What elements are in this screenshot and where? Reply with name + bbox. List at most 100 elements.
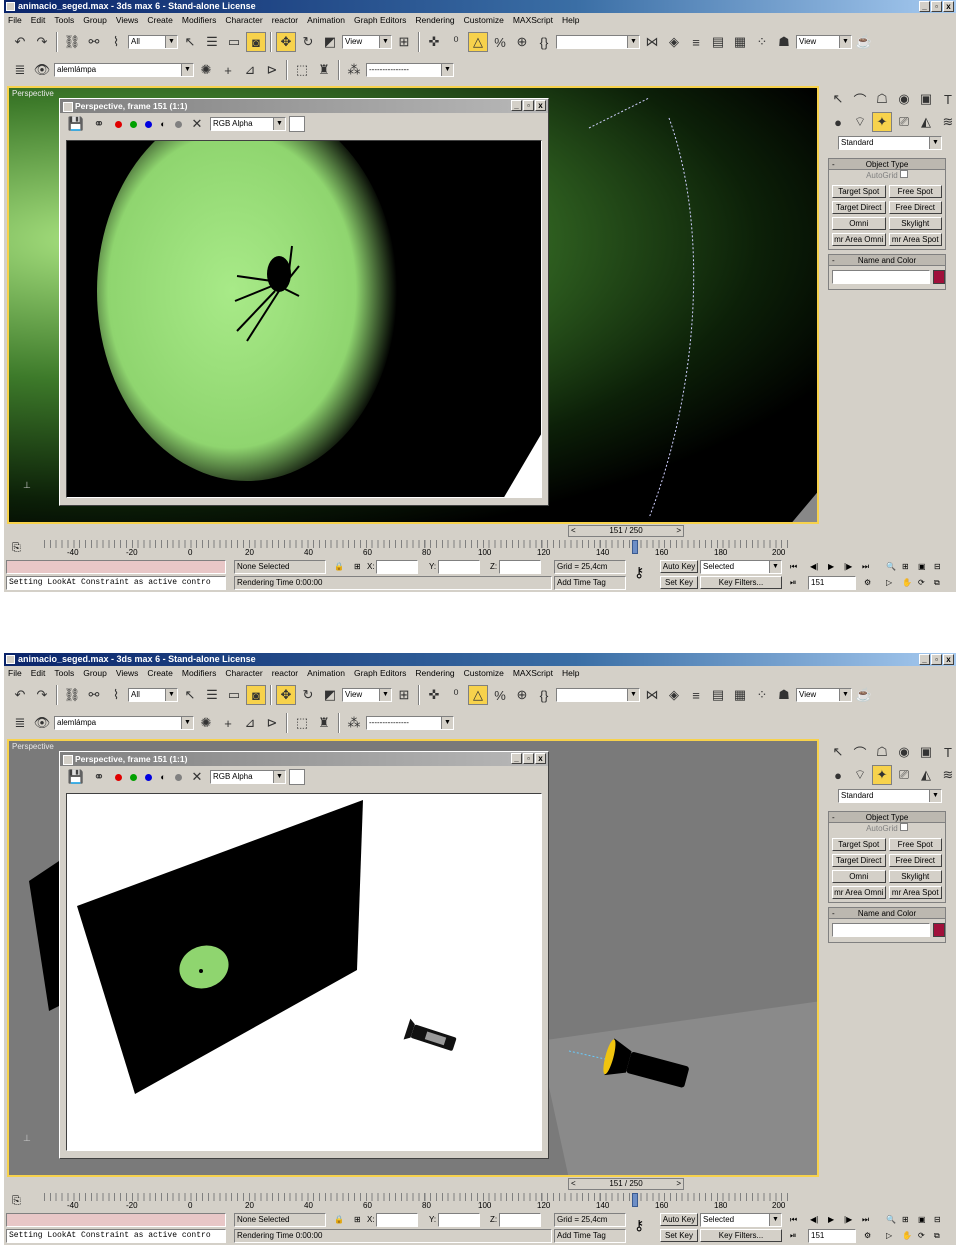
current-frame-marker[interactable] — [632, 1193, 638, 1207]
curve-editor-icon[interactable]: ▤ — [708, 32, 728, 52]
menu-create[interactable]: Create — [147, 14, 173, 27]
time-slider-handle[interactable]: < 151 / 250 > — [568, 525, 684, 537]
menu-modifiers[interactable]: Modifiers — [182, 14, 216, 27]
move-icon[interactable]: ✥ — [276, 32, 296, 52]
target-spot-button[interactable]: Target Spot — [832, 838, 886, 851]
lock-selection-icon[interactable]: 🔒 — [334, 560, 344, 574]
z-coord-field[interactable] — [499, 1213, 541, 1227]
helpers-icon[interactable]: ◭ — [916, 765, 936, 785]
menu-graph-editors[interactable]: Graph Editors — [354, 667, 406, 680]
zoom-all-icon[interactable]: ⊞ — [902, 1213, 909, 1227]
red-channel-toggle[interactable] — [112, 771, 124, 783]
selection-filter-dropdown[interactable]: All — [128, 35, 178, 49]
goto-end-icon[interactable]: ⏭ — [862, 1213, 869, 1227]
render-frame-window[interactable]: Perspective, frame 151 (1:1) _ ▫ x 💾 ⚭ ◐… — [59, 751, 549, 1159]
render-close-button[interactable]: x — [535, 100, 546, 111]
layer-manager-icon[interactable]: ≡ — [686, 685, 706, 705]
select-arrow-icon[interactable]: ↖ — [180, 32, 200, 52]
next-frame-icon[interactable]: > — [676, 1179, 681, 1189]
free-spot-button[interactable]: Free Spot — [888, 838, 942, 851]
prev-frame-icon[interactable]: < — [571, 526, 576, 536]
snap-icon[interactable]: ⁰ — [446, 685, 466, 705]
new-layer-icon[interactable]: ✺ — [196, 713, 216, 733]
zoom-icon[interactable]: 🔍 — [886, 560, 896, 574]
color-swatch[interactable] — [289, 769, 305, 785]
prev-frame-icon[interactable]: < — [571, 1179, 576, 1189]
close-button[interactable]: x — [943, 654, 954, 665]
align-icon[interactable]: ◈ — [664, 685, 684, 705]
target-direct-button[interactable]: Target Direct — [832, 854, 886, 867]
unlink-icon[interactable]: ⚯ — [84, 685, 104, 705]
hierarchy-tab-icon[interactable]: ☖ — [872, 742, 892, 762]
add-to-layer-icon[interactable]: + — [218, 713, 238, 733]
pivot-icon[interactable]: ⊞ — [394, 685, 414, 705]
perspective-viewport[interactable]: Perspective Perspective, frame 151 (1:1)… — [7, 739, 819, 1177]
redo-icon[interactable]: ↷ — [32, 32, 52, 52]
play-icon[interactable]: ▶ — [828, 1213, 834, 1227]
lights-icon[interactable]: ✦ — [872, 112, 892, 132]
close-button[interactable]: x — [943, 1, 954, 12]
zoom-all-icon[interactable]: ⊞ — [902, 560, 909, 574]
render-restore-button[interactable]: ▫ — [523, 100, 534, 111]
modify-tab-icon[interactable]: ⌒ — [850, 742, 870, 762]
named-selection-dropdown[interactable] — [556, 35, 640, 49]
object-color-swatch[interactable] — [933, 270, 945, 284]
percent-snap-icon[interactable]: % — [490, 685, 510, 705]
select-layer-icon[interactable]: ⊿ — [240, 713, 260, 733]
layers-icon[interactable]: ≣ — [10, 60, 30, 80]
category-dropdown[interactable]: Standard — [838, 136, 942, 150]
save-icon[interactable]: 💾 — [66, 114, 86, 134]
mini-curve-icon[interactable]: ⎘ — [12, 1195, 21, 1208]
y-coord-field[interactable] — [438, 560, 480, 574]
restore-button[interactable]: ▫ — [931, 654, 942, 665]
free-direct-button[interactable]: Free Direct — [888, 854, 942, 867]
schematic-icon[interactable]: ▦ — [730, 32, 750, 52]
orbit-icon[interactable]: ⟳ — [918, 1229, 925, 1243]
track-bar[interactable]: ⎘ -40 -20 0 20 40 60 80 100 120 140 160 … — [4, 540, 820, 560]
menu-help[interactable]: Help — [562, 14, 579, 27]
category-dropdown[interactable]: Standard — [838, 789, 942, 803]
particle-icon[interactable]: ⁂ — [344, 60, 364, 80]
layer-dropdown-2[interactable]: --------------- — [366, 63, 454, 77]
key-mode-icon[interactable]: ⚷ — [634, 565, 644, 579]
blue-channel-toggle[interactable] — [142, 118, 154, 130]
auto-key-button[interactable]: Auto Key — [660, 560, 698, 573]
new-layer-icon[interactable]: ✺ — [196, 60, 216, 80]
rect-selection-icon[interactable]: ▭ — [224, 32, 244, 52]
undo-icon[interactable]: ↶ — [10, 685, 30, 705]
material-editor-icon[interactable]: ⁘ — [752, 32, 772, 52]
mono-channel-toggle[interactable] — [172, 118, 184, 130]
free-direct-button[interactable]: Free Direct — [888, 201, 942, 214]
particle-icon[interactable]: ⁂ — [344, 713, 364, 733]
schematic-icon[interactable]: ▦ — [730, 685, 750, 705]
zoom-extents-all-icon[interactable]: ⊟ — [934, 560, 941, 574]
utilities-tab-icon[interactable]: T — [938, 742, 956, 762]
next-frame-icon[interactable]: > — [676, 526, 681, 536]
mr-area-omni-button[interactable]: mr Area Omni — [832, 233, 886, 246]
menu-character[interactable]: Character — [225, 14, 262, 27]
autogrid-row[interactable]: AutoGrid — [829, 823, 945, 835]
create-tab-icon[interactable]: ↖ — [828, 742, 848, 762]
time-config-icon[interactable]: ⚙ — [864, 576, 871, 590]
named-selection-dropdown[interactable] — [556, 688, 640, 702]
undo-icon[interactable]: ↶ — [10, 32, 30, 52]
goto-end-icon[interactable]: ⏭ — [862, 560, 869, 574]
x-coord-field[interactable] — [376, 560, 418, 574]
object-type-header[interactable]: Object Type — [829, 159, 945, 170]
spinner-snap-icon[interactable]: ⊕ — [512, 685, 532, 705]
add-to-layer-icon[interactable]: + — [218, 60, 238, 80]
perspective-viewport[interactable]: Perspective Perspective, frame 151 (1:1)… — [7, 86, 819, 524]
menu-animation[interactable]: Animation — [307, 14, 345, 27]
key-mode-icon[interactable]: ⚷ — [634, 1218, 644, 1232]
menu-maxscript[interactable]: MAXScript — [513, 667, 553, 680]
set-current-layer-icon[interactable]: ⊳ — [262, 60, 282, 80]
visibility-icon[interactable]: 👁 — [32, 713, 52, 733]
zoom-extents-icon[interactable]: ▣ — [918, 560, 926, 574]
mirror-icon[interactable]: ⋈ — [642, 32, 662, 52]
play-icon[interactable]: ▶ — [828, 560, 834, 574]
angle-snap-icon[interactable]: △ — [468, 685, 488, 705]
motion-tab-icon[interactable]: ◉ — [894, 89, 914, 109]
object-name-field[interactable] — [832, 270, 930, 284]
key-mode-dropdown[interactable]: Selected — [700, 560, 782, 574]
save-icon[interactable]: 💾 — [66, 767, 86, 787]
